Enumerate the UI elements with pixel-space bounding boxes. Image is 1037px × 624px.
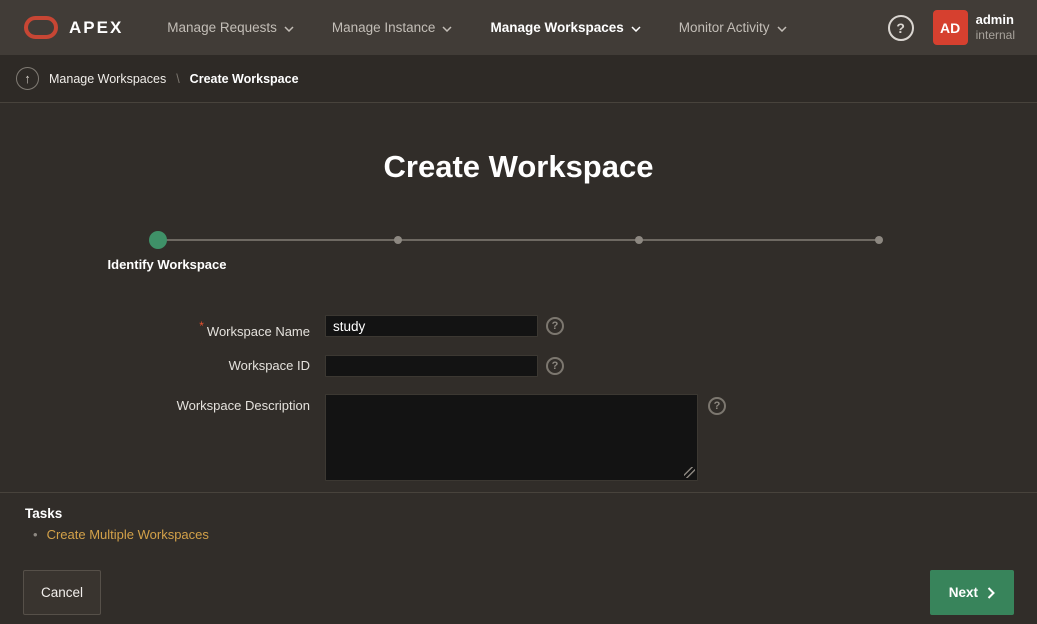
breadcrumb: ↑ Manage Workspaces \ Create Workspace	[0, 55, 1037, 103]
user-name: admin	[976, 12, 1015, 28]
top-navbar: APEX Manage Requests Manage Instance Man…	[0, 0, 1037, 55]
wizard-step-2-dot	[394, 236, 402, 244]
list-item: • Create Multiple Workspaces	[33, 527, 209, 542]
chevron-down-icon	[442, 26, 452, 32]
chevron-right-icon	[987, 587, 995, 599]
wizard-step-4-dot	[875, 236, 883, 244]
bullet-icon: •	[33, 528, 38, 541]
user-context: internal	[976, 28, 1015, 43]
tasks-heading: Tasks	[25, 506, 62, 521]
next-button-label: Next	[949, 585, 978, 600]
chevron-down-icon	[777, 26, 787, 32]
breadcrumb-current: Create Workspace	[190, 72, 299, 86]
workspace-name-help-icon[interactable]: ?	[546, 317, 564, 335]
chevron-down-icon	[631, 26, 641, 32]
menu-monitor-activity[interactable]: Monitor Activity	[665, 0, 801, 55]
create-multiple-workspaces-link[interactable]: Create Multiple Workspaces	[47, 527, 209, 542]
workspace-description-label: Workspace Description	[0, 395, 310, 417]
menu-manage-requests[interactable]: Manage Requests	[153, 0, 308, 55]
menu-label: Manage Instance	[332, 20, 436, 35]
tasks-section: Tasks • Create Multiple Workspaces	[0, 492, 1037, 556]
wizard-current-step-label: Identify Workspace	[108, 257, 227, 272]
menu-manage-instance[interactable]: Manage Instance	[318, 0, 467, 55]
breadcrumb-parent-link[interactable]: Manage Workspaces	[49, 72, 166, 86]
workspace-description-wrap	[325, 394, 698, 481]
wizard-step-1-dot	[149, 231, 167, 249]
brand[interactable]: APEX	[0, 16, 147, 39]
chevron-down-icon	[284, 26, 294, 32]
oracle-logo-icon	[24, 16, 58, 39]
up-arrow-icon[interactable]: ↑	[16, 67, 39, 90]
user-menu[interactable]: AD admin internal	[933, 10, 1015, 45]
wizard-track	[158, 239, 879, 241]
wizard-step-3-dot	[635, 236, 643, 244]
menu-label: Manage Workspaces	[490, 20, 623, 35]
wizard-progress: Identify Workspace	[158, 231, 879, 277]
workspace-id-help-icon[interactable]: ?	[546, 357, 564, 375]
workspace-id-input[interactable]	[325, 355, 538, 377]
avatar: AD	[933, 10, 968, 45]
page-title: Create Workspace	[0, 149, 1037, 185]
breadcrumb-separator: \	[176, 72, 179, 86]
cancel-button[interactable]: Cancel	[23, 570, 101, 615]
required-marker: *	[199, 319, 204, 333]
workspace-description-textarea[interactable]	[325, 394, 698, 481]
next-button[interactable]: Next	[930, 570, 1014, 615]
workspace-name-input[interactable]	[325, 315, 538, 337]
help-icon[interactable]: ?	[888, 15, 914, 41]
main-menu: Manage Requests Manage Instance Manage W…	[153, 0, 810, 55]
apex-create-workspace-page: APEX Manage Requests Manage Instance Man…	[0, 0, 1037, 624]
menu-manage-workspaces[interactable]: Manage Workspaces	[476, 0, 654, 55]
workspace-description-help-icon[interactable]: ?	[708, 397, 726, 415]
menu-label: Monitor Activity	[679, 20, 770, 35]
navbar-right: ? AD admin internal	[888, 10, 1037, 45]
workspace-id-label: Workspace ID	[0, 355, 310, 377]
brand-label: APEX	[69, 18, 123, 38]
menu-label: Manage Requests	[167, 20, 277, 35]
workspace-name-label: *Workspace Name	[0, 315, 310, 343]
